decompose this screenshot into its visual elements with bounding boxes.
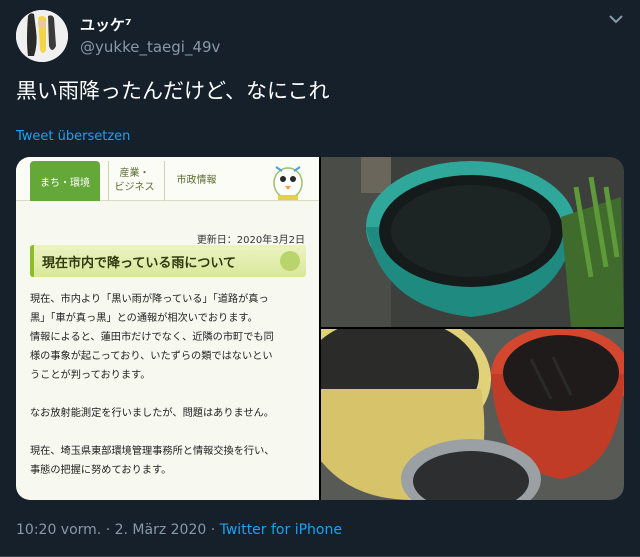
photo-green-bucket <box>321 157 624 327</box>
tweet-source-link[interactable]: Twitter for iPhone <box>220 522 342 538</box>
site-nav-tab: 産業・ ビジネス <box>108 161 160 201</box>
photo-buckets <box>321 329 624 500</box>
tweet-text: 黒い雨降ったんだけど、なにこれ <box>16 79 330 103</box>
display-name[interactable]: ユッケ⁷ <box>80 14 132 35</box>
site-paragraph: 現在、埼玉県東部環境管理事務所と情報交換を行い、 事態の把握に努めております。 <box>30 446 275 476</box>
avatar-image <box>16 10 68 62</box>
tweet-date[interactable]: 2. März 2020 <box>115 522 207 538</box>
updated-date: 更新日：2020年3月2日 <box>196 235 305 246</box>
meta-separator: · <box>101 522 115 538</box>
mascot-icon <box>273 166 303 200</box>
user-handle[interactable]: @yukke_taegi_49v <box>80 38 220 56</box>
site-heading-text: 現在市内で降っている雨について <box>42 255 236 271</box>
media-photo-buckets[interactable] <box>321 329 624 500</box>
translate-tweet-link[interactable]: Tweet übersetzen <box>16 129 130 144</box>
site-nav-tab: 市政情報 <box>164 161 228 201</box>
chevron-down-icon[interactable] <box>608 13 624 25</box>
site-heading: 現在市内で降っている雨について <box>30 245 306 277</box>
leaf-icon <box>280 251 300 271</box>
tweet-time[interactable]: 10:20 vorm. <box>16 522 101 538</box>
tweet-detail: ユッケ⁷ @yukke_taegi_49v 黒い雨降ったんだけど、なにこれ Tw… <box>0 0 640 557</box>
site-paragraph: 現在、市内より「黒い雨が降っている」「道路が真っ 黒」「車が真っ黒」との通報が相… <box>30 294 274 381</box>
site-nav-tab-active: まち・環境 <box>30 161 100 201</box>
media-photo-website[interactable]: まち・環境 産業・ ビジネス 市政情報 更新日：2020年3月2日 現在市内で降… <box>16 157 319 500</box>
site-body: 現在、市内より「黒い雨が降っている」「道路が真っ 黒」「車が真っ黒」との通報が相… <box>30 290 310 499</box>
media-photo-green-bucket[interactable] <box>321 157 624 327</box>
site-nav: まち・環境 産業・ ビジネス 市政情報 <box>16 157 319 201</box>
tweet-meta: 10:20 vorm. · 2. März 2020 · Twitter for… <box>16 522 342 538</box>
media-grid: まち・環境 産業・ ビジネス 市政情報 更新日：2020年3月2日 現在市内で降… <box>16 157 624 500</box>
meta-separator: · <box>206 522 220 538</box>
avatar[interactable] <box>16 10 68 62</box>
site-paragraph: なお放射能測定を行いましたが、問題はありません。 <box>30 408 274 419</box>
